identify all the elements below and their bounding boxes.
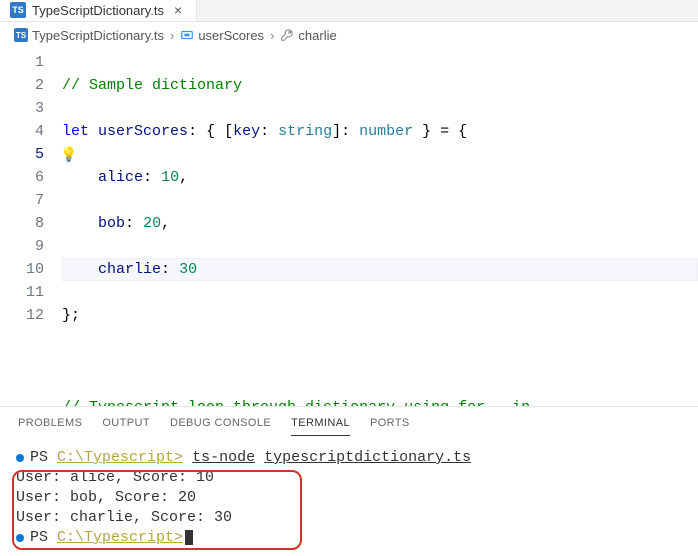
terminal-cursor — [185, 530, 193, 545]
terminal-prompt-prefix: PS — [30, 529, 57, 546]
line-number: 7 — [26, 189, 44, 212]
terminal-line: PS C:\Typescript> ts-node typescriptdict… — [16, 448, 682, 468]
tab-terminal[interactable]: TERMINAL — [291, 417, 350, 436]
line-number: 2 — [26, 74, 44, 97]
line-number: 6 — [26, 166, 44, 189]
terminal-line: PS C:\Typescript> — [16, 528, 682, 548]
tab-ports[interactable]: PORTS — [370, 417, 410, 436]
terminal-output-line: User: bob, Score: 20 — [16, 488, 682, 508]
terminal-command: ts-node — [192, 449, 255, 466]
line-number: 1 — [26, 51, 44, 74]
panel-tab-bar: PROBLEMS OUTPUT DEBUG CONSOLE TERMINAL P… — [0, 407, 698, 440]
breadcrumb-file-label: TypeScriptDictionary.ts — [32, 28, 164, 43]
prompt-dot-icon — [16, 534, 24, 542]
typescript-file-icon: TS — [14, 28, 28, 42]
close-tab-button[interactable]: × — [170, 2, 186, 18]
tab-problems[interactable]: PROBLEMS — [18, 417, 82, 436]
breadcrumb: TS TypeScriptDictionary.ts › userScores … — [0, 22, 698, 49]
breadcrumb-file[interactable]: TS TypeScriptDictionary.ts — [14, 28, 164, 43]
line-number-gutter: 1 2 3 4 5 6 7 8 9 10 11 12 💡 — [0, 51, 62, 406]
line-number: 4 — [26, 120, 44, 143]
code-property: bob — [98, 215, 125, 232]
code-index: key — [233, 123, 260, 140]
line-number: 3 — [26, 97, 44, 120]
line-number: 9 — [26, 235, 44, 258]
code-number: 30 — [179, 261, 197, 278]
line-number: 11 — [26, 281, 44, 304]
terminal-output-line: User: alice, Score: 10 — [16, 468, 682, 488]
line-number: 5 — [26, 143, 44, 166]
code-number: 10 — [161, 169, 179, 186]
tab-output[interactable]: OUTPUT — [102, 417, 150, 436]
typescript-file-icon: TS — [10, 2, 26, 18]
tab-bar: TS TypeScriptDictionary.ts × — [0, 0, 698, 22]
terminal-arg: typescriptdictionary.ts — [264, 449, 471, 466]
code-comment: // Sample dictionary — [62, 77, 242, 94]
chevron-right-icon: › — [270, 28, 274, 43]
breadcrumb-symbol-variable[interactable]: userScores — [180, 28, 264, 43]
terminal-output-line: User: charlie, Score: 30 — [16, 508, 682, 528]
code-type: string — [278, 123, 332, 140]
terminal-content[interactable]: PS C:\Typescript> ts-node typescriptdict… — [0, 440, 698, 556]
code-type: number — [359, 123, 413, 140]
bottom-panel: PROBLEMS OUTPUT DEBUG CONSOLE TERMINAL P… — [0, 406, 698, 556]
tab-debug-console[interactable]: DEBUG CONSOLE — [170, 417, 271, 436]
tab-filename: TypeScriptDictionary.ts — [32, 3, 164, 18]
editor-tab[interactable]: TS TypeScriptDictionary.ts × — [0, 0, 197, 21]
breadcrumb-symbol-label: userScores — [198, 28, 264, 43]
terminal-path: C:\Typescript> — [57, 449, 183, 466]
code-number: 20 — [143, 215, 161, 232]
chevron-right-icon: › — [170, 28, 174, 43]
line-number: 12 — [26, 304, 44, 327]
code-property: charlie — [98, 261, 161, 278]
breadcrumb-symbol-label: charlie — [298, 28, 336, 43]
code-property: alice — [98, 169, 143, 186]
code-keyword: let — [62, 123, 89, 140]
prompt-dot-icon — [16, 454, 24, 462]
terminal-prompt-prefix: PS — [30, 449, 57, 466]
line-number: 8 — [26, 212, 44, 235]
code-editor[interactable]: 1 2 3 4 5 6 7 8 9 10 11 12 💡 // Sample d… — [0, 49, 698, 406]
property-symbol-icon — [280, 28, 294, 42]
terminal-path: C:\Typescript> — [57, 529, 183, 546]
code-variable: userScores — [98, 123, 188, 140]
line-number: 10 — [26, 258, 44, 281]
variable-symbol-icon — [180, 28, 194, 42]
breadcrumb-symbol-property[interactable]: charlie — [280, 28, 336, 43]
code-comment: // Typescript loop through dictionary us… — [62, 399, 530, 406]
code-content[interactable]: // Sample dictionary let userScores: { [… — [62, 51, 698, 406]
